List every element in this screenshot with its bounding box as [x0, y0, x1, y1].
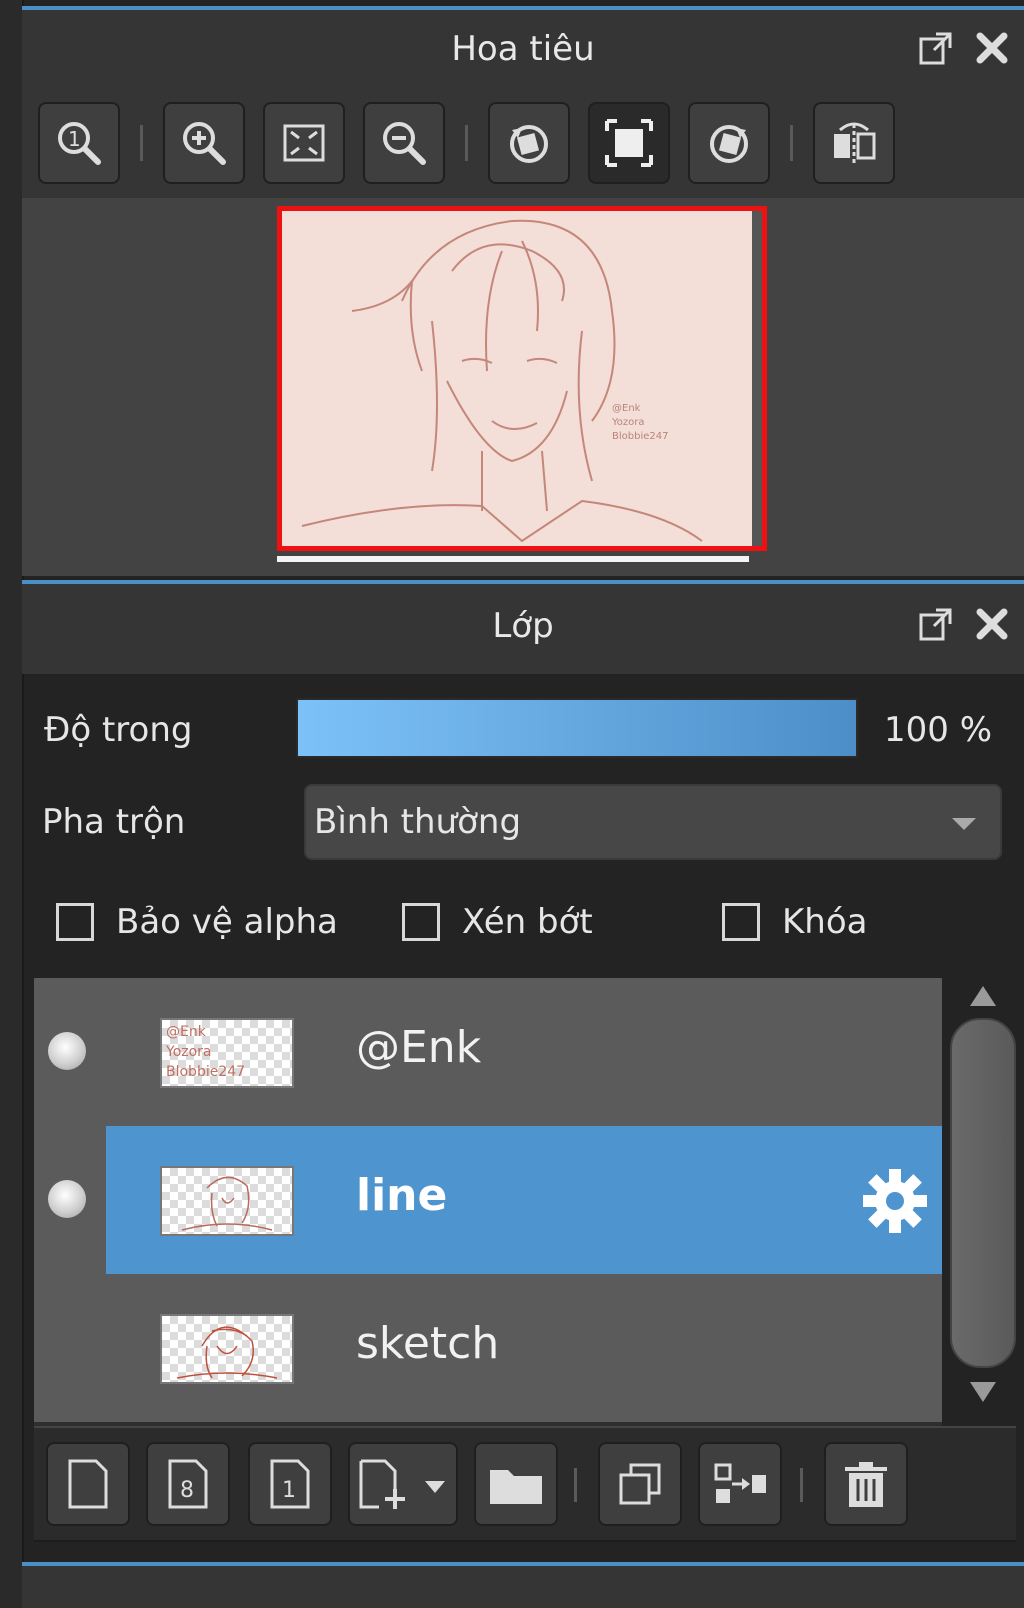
zoom-in-icon — [183, 122, 226, 165]
new-1bit-layer-button[interactable]: 1 — [248, 1442, 332, 1526]
layer-thumbnail — [160, 1166, 294, 1236]
toolbar-separator — [790, 125, 793, 161]
blend-mode-select[interactable]: Bình thường — [304, 784, 1002, 860]
layer-scrollbar[interactable] — [950, 978, 1016, 1426]
protect-alpha-checkbox[interactable]: Bảo vệ alpha — [56, 902, 338, 942]
new-layer-icon — [68, 1459, 108, 1509]
add-layer-dropdown-icon — [359, 1459, 445, 1509]
zoom-out-button[interactable] — [363, 102, 445, 184]
blend-mode-value: Bình thường — [314, 802, 522, 842]
popout-icon[interactable] — [918, 30, 954, 66]
close-icon[interactable] — [974, 606, 1010, 642]
merge-down-button[interactable] — [698, 1442, 782, 1526]
new-8bit-layer-icon: 8 — [168, 1459, 208, 1509]
clipping-checkbox[interactable]: Xén bớt — [402, 902, 593, 942]
rotate-right-icon — [710, 125, 748, 163]
protect-alpha-label: Bảo vệ alpha — [116, 902, 338, 942]
scroll-up-icon[interactable] — [968, 984, 998, 1008]
toolbar-separator — [800, 1468, 803, 1502]
layer-row-selected[interactable]: line — [34, 1126, 942, 1274]
merge-down-icon — [714, 1463, 766, 1503]
layer-name: line — [356, 1170, 448, 1221]
left-gutter — [0, 0, 24, 1608]
new-1bit-layer-icon: 1 — [270, 1459, 310, 1509]
zoom-out-icon — [383, 122, 426, 165]
fit-screen-button[interactable] — [263, 102, 345, 184]
rotate-left-icon — [510, 125, 548, 163]
navigator-panel: Hoa tiêu 1 — [22, 10, 1024, 198]
layer-thumbnail — [160, 1314, 294, 1384]
opacity-fill — [298, 700, 856, 756]
add-layer-dropdown-button[interactable] — [348, 1442, 458, 1526]
thumb-text-1: @Enk — [166, 1024, 207, 1040]
new-folder-icon — [490, 1470, 542, 1504]
lock-label: Khóa — [782, 902, 868, 942]
rotate-right-button[interactable] — [688, 102, 770, 184]
svg-text:1: 1 — [282, 1478, 296, 1503]
delete-layer-button[interactable] — [824, 1442, 908, 1526]
layer-row[interactable]: sketch — [34, 1274, 942, 1422]
delete-icon — [845, 1462, 887, 1507]
scrollbar-thumb[interactable] — [950, 1018, 1016, 1368]
preview-canvas-edge — [277, 556, 749, 562]
fit-window-icon — [605, 119, 653, 167]
thumb-text-3: Blobbie247 — [166, 1064, 245, 1080]
layers-title: Lớp — [492, 606, 554, 646]
duplicate-layer-icon — [619, 1463, 661, 1505]
scroll-down-icon[interactable] — [968, 1380, 998, 1404]
svg-text:8: 8 — [180, 1478, 194, 1503]
new-8bit-layer-button[interactable]: 8 — [146, 1442, 230, 1526]
visibility-toggle[interactable] — [48, 1032, 86, 1070]
layer-actions-toolbar: 8 1 — [34, 1426, 1016, 1542]
flip-icon — [834, 122, 876, 164]
gear-icon[interactable] — [860, 1166, 930, 1236]
checkbox-box[interactable] — [722, 903, 760, 941]
popout-icon[interactable] — [918, 606, 954, 642]
svg-text:1: 1 — [68, 127, 81, 151]
checkbox-box[interactable] — [56, 903, 94, 941]
watermark-line-1: @Enk — [612, 403, 641, 414]
navigator-preview[interactable]: @Enk Yozora Blobbie247 — [277, 206, 767, 551]
toolbar-separator — [574, 1468, 577, 1502]
visibility-toggle[interactable] — [48, 1180, 86, 1218]
navigator-title: Hoa tiêu — [451, 29, 595, 69]
layer-list[interactable]: @Enk Yozora Blobbie247 @Enk line sketch — [34, 978, 942, 1426]
new-layer-button[interactable] — [46, 1442, 130, 1526]
zoom-actual-icon: 1 — [58, 122, 101, 165]
opacity-slider[interactable] — [296, 698, 858, 758]
lock-checkbox[interactable]: Khóa — [722, 902, 867, 942]
blend-label: Pha trộn — [42, 802, 186, 842]
toolbar-separator — [140, 125, 143, 161]
layer-row[interactable]: @Enk Yozora Blobbie247 @Enk — [34, 978, 942, 1126]
watermark-line-3: Blobbie247 — [612, 431, 668, 442]
layer-thumbnail: @Enk Yozora Blobbie247 — [160, 1018, 294, 1088]
thumb-text-2: Yozora — [165, 1044, 212, 1060]
checkbox-box[interactable] — [402, 903, 440, 941]
artwork-thumbnail: @Enk Yozora Blobbie247 — [301, 211, 762, 546]
opacity-value: 100 % — [884, 710, 993, 750]
next-panel-header — [22, 1566, 1024, 1608]
duplicate-layer-button[interactable] — [598, 1442, 682, 1526]
watermark-line-2: Yozora — [611, 417, 645, 428]
flip-button[interactable] — [813, 102, 895, 184]
toolbar-separator — [465, 125, 468, 161]
rotate-left-button[interactable] — [488, 102, 570, 184]
close-icon[interactable] — [974, 30, 1010, 66]
layer-name: sketch — [356, 1318, 500, 1369]
clipping-label: Xén bớt — [462, 902, 593, 942]
new-folder-button[interactable] — [474, 1442, 558, 1526]
opacity-label: Độ trong — [44, 710, 193, 750]
zoom-actual-button[interactable]: 1 — [38, 102, 120, 184]
zoom-in-button[interactable] — [163, 102, 245, 184]
fit-screen-icon — [283, 124, 325, 162]
fit-window-button[interactable] — [588, 102, 670, 184]
layer-name: @Enk — [356, 1022, 482, 1073]
layers-header: Lớp — [22, 584, 1024, 674]
chevron-down-icon — [952, 818, 976, 830]
